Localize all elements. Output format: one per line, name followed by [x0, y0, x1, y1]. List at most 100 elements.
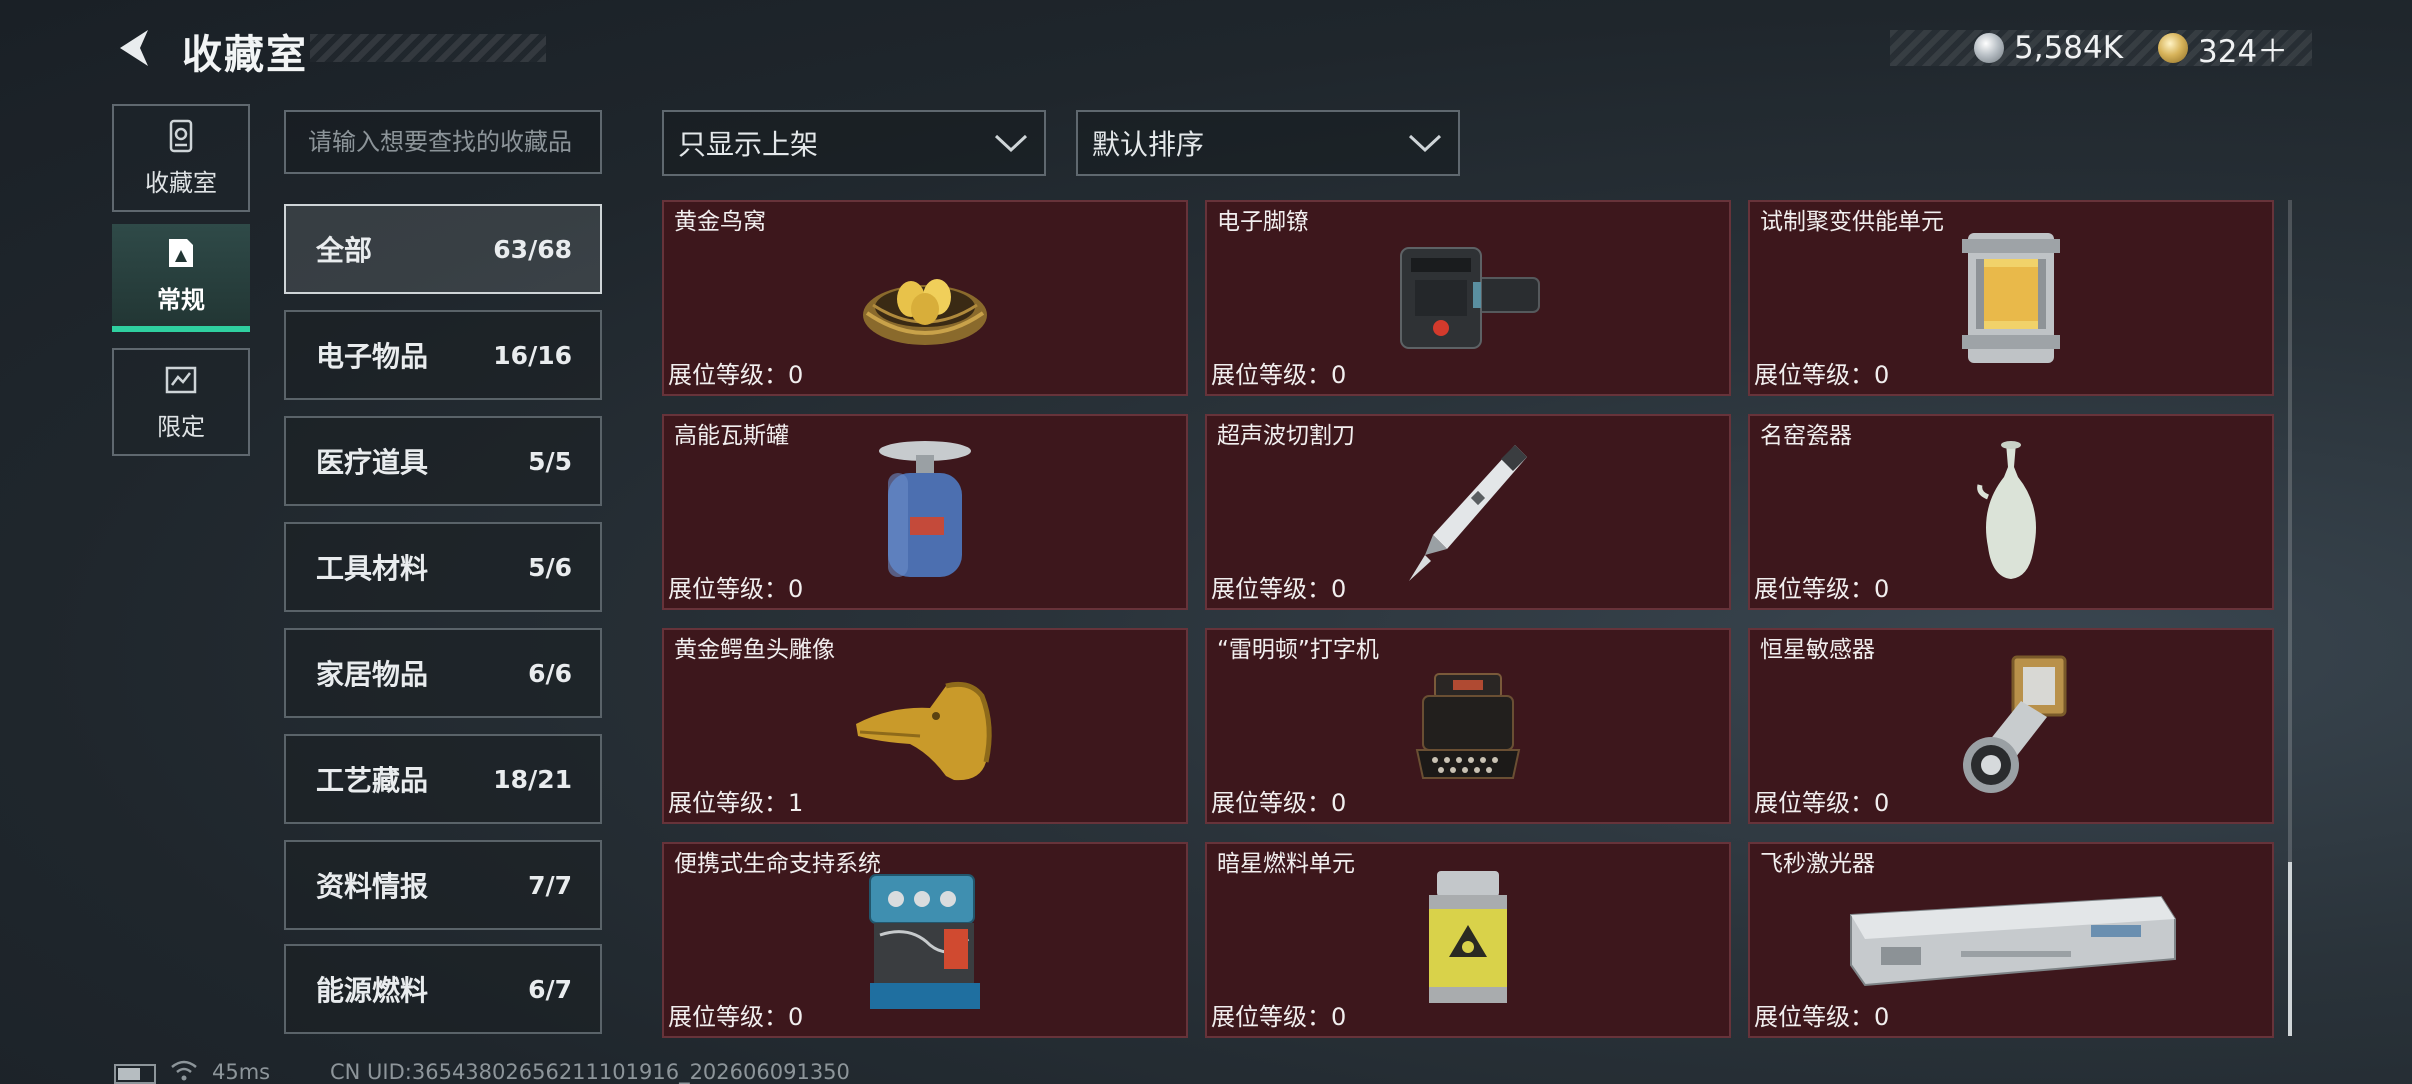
item-level: 展位等级：0 [1754, 1003, 1890, 1031]
collection-card[interactable]: “雷明顿”打字机 展位等级：0 [1205, 628, 1731, 824]
wifi-icon [171, 1060, 197, 1081]
item-name: 便携式生命支持系统 [674, 851, 881, 877]
item-level: 展位等级：0 [668, 575, 804, 603]
category-medical[interactable]: 医疗道具 5/5 [284, 416, 602, 506]
rail-label-vault: 收藏室 [145, 168, 217, 197]
category-label: 全部 [316, 234, 373, 267]
item-name: 高能瓦斯罐 [674, 423, 789, 449]
golden-crocodile-icon [850, 666, 1000, 786]
collection-card[interactable]: 试制聚变供能单元 展位等级：0 [1748, 200, 2274, 396]
category-all[interactable]: 全部 63/68 [284, 204, 602, 294]
item-level: 展位等级：0 [668, 361, 804, 389]
category-count: 5/5 [528, 446, 572, 476]
back-arrow-icon[interactable] [112, 26, 156, 70]
collection-card[interactable]: 便携式生命支持系统 展位等级：0 [662, 842, 1188, 1038]
gold-coin-icon [2158, 33, 2188, 63]
collection-card[interactable]: 恒星敏感器 展位等级：0 [1748, 628, 2274, 824]
category-energy[interactable]: 能源燃料 6/7 [284, 944, 602, 1034]
category-label: 资料情报 [316, 870, 429, 903]
collection-grid: 黄金鸟窝 展位等级：0 电子脚镣 展位等级：0 试制聚变供能单元 展位等级：0 … [662, 200, 2274, 1038]
item-level: 展位等级：0 [1211, 1003, 1347, 1031]
collection-card[interactable]: 暗星燃料单元 展位等级：0 [1205, 842, 1731, 1038]
golden-nest-icon [855, 243, 995, 353]
limited-collection-icon [165, 366, 197, 393]
item-level: 展位等级：1 [668, 789, 804, 817]
item-name: 试制聚变供能单元 [1760, 209, 1944, 235]
display-filter-value: 只显示上架 [678, 128, 819, 161]
item-level: 展位等级：0 [1211, 361, 1347, 389]
category-count: 16/16 [493, 340, 572, 370]
category-label: 医疗道具 [316, 446, 429, 479]
category-count: 7/7 [528, 870, 572, 900]
currency-silver[interactable]: 5,584K [1974, 28, 2123, 68]
category-intel[interactable]: 资料情报 7/7 [284, 840, 602, 930]
item-level: 展位等级：0 [668, 1003, 804, 1031]
category-label: 能源燃料 [316, 974, 429, 1007]
chevron-down-icon [994, 134, 1028, 153]
rail-label-limited: 限定 [157, 412, 205, 441]
display-filter-dropdown[interactable]: 只显示上架 [662, 110, 1046, 176]
porcelain-vase-icon [1976, 437, 2046, 587]
electronic-anklet-icon [1393, 238, 1543, 358]
item-level: 展位等级：0 [1754, 575, 1890, 603]
category-label: 工具材料 [316, 552, 429, 585]
category-electronics[interactable]: 电子物品 16/16 [284, 310, 602, 400]
category-label: 家居物品 [316, 658, 429, 691]
ping-text: 45ms [212, 1060, 271, 1084]
item-level: 展位等级：0 [1211, 789, 1347, 817]
femtosecond-laser-icon [1841, 885, 2181, 995]
item-level: 展位等级：0 [1754, 361, 1890, 389]
collection-card[interactable]: 电子脚镣 展位等级：0 [1205, 200, 1731, 396]
category-tools[interactable]: 工具材料 5/6 [284, 522, 602, 612]
category-count: 63/68 [493, 234, 572, 264]
fusion-unit-icon [1956, 223, 2066, 373]
page-title: 收藏室 [182, 32, 308, 78]
silver-coin-icon [1974, 33, 2004, 63]
currency-silver-value: 5,584K [2014, 30, 2124, 66]
category-household[interactable]: 家居物品 6/6 [284, 628, 602, 718]
category-crafts[interactable]: 工艺藏品 18/21 [284, 734, 602, 824]
item-name: 黄金鳄鱼头雕像 [674, 637, 835, 663]
item-name: 名窑瓷器 [1760, 423, 1852, 449]
battery-icon [114, 1064, 156, 1084]
vault-icon [169, 119, 193, 152]
item-name: 飞秒激光器 [1760, 851, 1875, 877]
collection-card[interactable]: 超声波切割刀 展位等级：0 [1205, 414, 1731, 610]
collection-card[interactable]: 黄金鳄鱼头雕像 展位等级：1 [662, 628, 1188, 824]
item-name: 电子脚镣 [1217, 209, 1309, 235]
item-name: 暗星燃料单元 [1217, 851, 1355, 877]
search-input[interactable] [284, 110, 602, 174]
rail-item-limited[interactable]: 限定 [112, 348, 250, 456]
life-support-icon [860, 865, 990, 1015]
regular-collection-icon [169, 238, 193, 267]
collection-card[interactable]: 高能瓦斯罐 展位等级：0 [662, 414, 1188, 610]
item-name: “雷明顿”打字机 [1217, 637, 1379, 663]
category-label: 电子物品 [316, 340, 429, 373]
item-name: 超声波切割刀 [1217, 423, 1355, 449]
ultrasonic-cutter-icon [1403, 437, 1533, 587]
category-count: 6/6 [528, 658, 572, 688]
category-label: 工艺藏品 [316, 764, 429, 797]
rail-item-vault[interactable]: 收藏室 [112, 104, 250, 212]
category-count: 5/6 [528, 552, 572, 582]
collection-card[interactable]: 飞秒激光器 展位等级：0 [1748, 842, 2274, 1038]
collection-card[interactable]: 黄金鸟窝 展位等级：0 [662, 200, 1188, 396]
currency-gold-value: 324＋ [2198, 33, 2289, 70]
sort-value: 默认排序 [1092, 128, 1205, 161]
title-decoration [310, 34, 546, 62]
item-name: 黄金鸟窝 [674, 209, 766, 235]
fuel-cell-icon [1423, 865, 1513, 1015]
grid-scroll-thumb[interactable] [2288, 862, 2292, 1036]
typewriter-icon [1413, 666, 1523, 786]
chevron-down-icon [1408, 134, 1442, 153]
sort-dropdown[interactable]: 默认排序 [1076, 110, 1460, 176]
category-count: 18/21 [493, 764, 572, 794]
currency-gold[interactable]: 324＋ [2158, 28, 2289, 70]
item-level: 展位等级：0 [1754, 789, 1890, 817]
category-count: 6/7 [528, 974, 572, 1004]
star-sensor-icon [1951, 651, 2071, 801]
uid-text: CN UID:36543802656211101916_202606091350 [330, 1060, 850, 1084]
item-name: 恒星敏感器 [1760, 637, 1875, 663]
rail-item-regular[interactable]: 常规 [112, 224, 250, 332]
collection-card[interactable]: 名窑瓷器 展位等级：0 [1748, 414, 2274, 610]
